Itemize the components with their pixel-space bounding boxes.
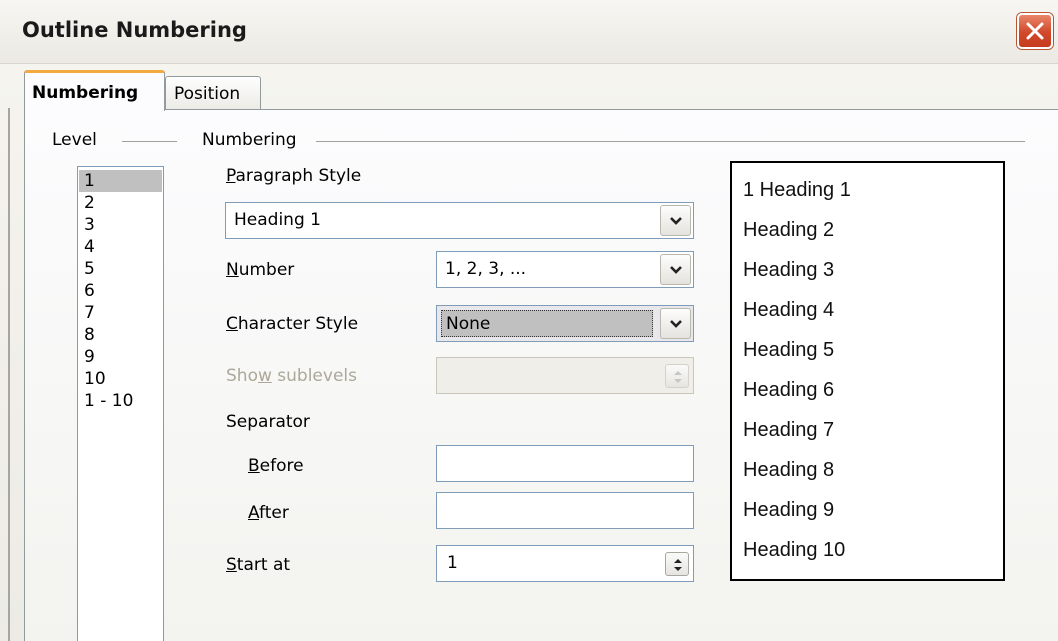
level-group-rule (122, 141, 177, 142)
start-at-label-text: tart at (236, 555, 291, 575)
character-style-label-accel: C (226, 314, 238, 334)
start-at-spinner[interactable] (665, 552, 689, 576)
level-item-8[interactable]: 8 (79, 324, 162, 346)
show-sublevels-field (436, 357, 694, 394)
chevron-down-icon (670, 320, 682, 328)
number-format-dropdown[interactable]: 1, 2, 3, ... (436, 251, 694, 288)
paragraph-style-value: Heading 1 (234, 210, 321, 230)
paragraph-style-dropdown[interactable]: Heading 1 (225, 202, 694, 239)
tab-numbering-label: Numbering (32, 83, 139, 103)
preview-line-5: Heading 5 (743, 339, 835, 361)
preview-line-7: Heading 7 (743, 419, 835, 441)
show-sublevels-label-accel: w (257, 366, 272, 386)
chevron-down-icon (670, 217, 682, 225)
level-item-4[interactable]: 4 (79, 236, 162, 258)
before-input[interactable] (436, 445, 694, 482)
numbering-preview: 1 Heading 1 Heading 2 Heading 3 Heading … (730, 161, 1005, 581)
numbering-group-label: Numbering (202, 130, 297, 150)
chevron-down-icon (670, 266, 682, 274)
paragraph-style-dropdown-button[interactable] (660, 205, 691, 236)
tab-position[interactable]: Position (165, 76, 261, 109)
level-item-1[interactable]: 1 (79, 170, 162, 192)
title-bar: Outline Numbering (0, 0, 1058, 64)
paragraph-style-label-accel: P (226, 166, 236, 186)
spin-arrows-icon (674, 371, 682, 383)
preview-line-6: Heading 6 (743, 379, 835, 401)
paragraph-style-label: Paragraph Style (226, 166, 361, 186)
character-style-label: Character Style (226, 314, 358, 334)
before-label-accel: B (248, 456, 260, 476)
before-label-text: efore (259, 456, 304, 476)
spin-arrows-icon (674, 559, 682, 571)
after-input[interactable] (436, 492, 694, 529)
paragraph-style-label-text: aragraph Style (235, 166, 362, 186)
level-item-3[interactable]: 3 (79, 214, 162, 236)
show-sublevels-label: Show sublevels (226, 366, 357, 386)
tab-numbering[interactable]: Numbering (24, 70, 165, 111)
preview-line-3: Heading 3 (743, 259, 835, 281)
number-label-accel: N (226, 260, 239, 280)
after-label: After (248, 503, 289, 523)
level-item-7[interactable]: 7 (79, 302, 162, 324)
show-sublevels-spinner (665, 364, 689, 388)
close-icon (1026, 22, 1044, 40)
level-item-1-10[interactable]: 1 - 10 (79, 390, 162, 412)
preview-line-8: Heading 8 (743, 459, 835, 481)
start-at-label: Start at (226, 555, 290, 575)
character-style-dropdown[interactable]: None (436, 305, 694, 342)
after-label-text: fter (259, 503, 289, 523)
dialog-left-edge (8, 108, 10, 641)
preview-line-9: Heading 9 (743, 499, 835, 521)
level-list[interactable]: 1 2 3 4 5 6 7 8 9 10 1 - 10 (77, 166, 164, 641)
show-sublevels-label-text: sublevels (271, 366, 357, 386)
start-at-label-accel: S (226, 555, 237, 575)
level-item-6[interactable]: 6 (79, 280, 162, 302)
preview-line-2: Heading 2 (743, 219, 835, 241)
level-item-9[interactable]: 9 (79, 346, 162, 368)
character-style-label-text: haracter Style (237, 314, 359, 334)
number-label-text: umber (238, 260, 295, 280)
level-item-5[interactable]: 5 (79, 258, 162, 280)
level-item-10[interactable]: 10 (79, 368, 162, 390)
start-at-input[interactable]: 1 (436, 545, 694, 582)
show-sublevels-label-pre: Sho (226, 366, 258, 386)
tab-position-label: Position (174, 84, 241, 104)
start-at-value: 1 (447, 553, 458, 573)
character-style-value: None (441, 310, 653, 337)
number-label: Number (226, 260, 294, 280)
window-title: Outline Numbering (22, 18, 247, 42)
level-group-label: Level (52, 130, 97, 150)
preview-line-10: Heading 10 (743, 539, 846, 561)
level-item-2[interactable]: 2 (79, 192, 162, 214)
close-button[interactable] (1017, 13, 1053, 49)
number-format-value: 1, 2, 3, ... (445, 259, 527, 279)
after-label-accel: A (248, 503, 260, 523)
before-label: Before (248, 456, 304, 476)
preview-line-4: Heading 4 (743, 299, 835, 321)
separator-label: Separator (226, 412, 310, 432)
character-style-dropdown-button[interactable] (660, 308, 691, 339)
preview-line-1: 1 Heading 1 (743, 179, 851, 201)
number-format-dropdown-button[interactable] (660, 254, 691, 285)
numbering-group-rule (316, 141, 1025, 142)
